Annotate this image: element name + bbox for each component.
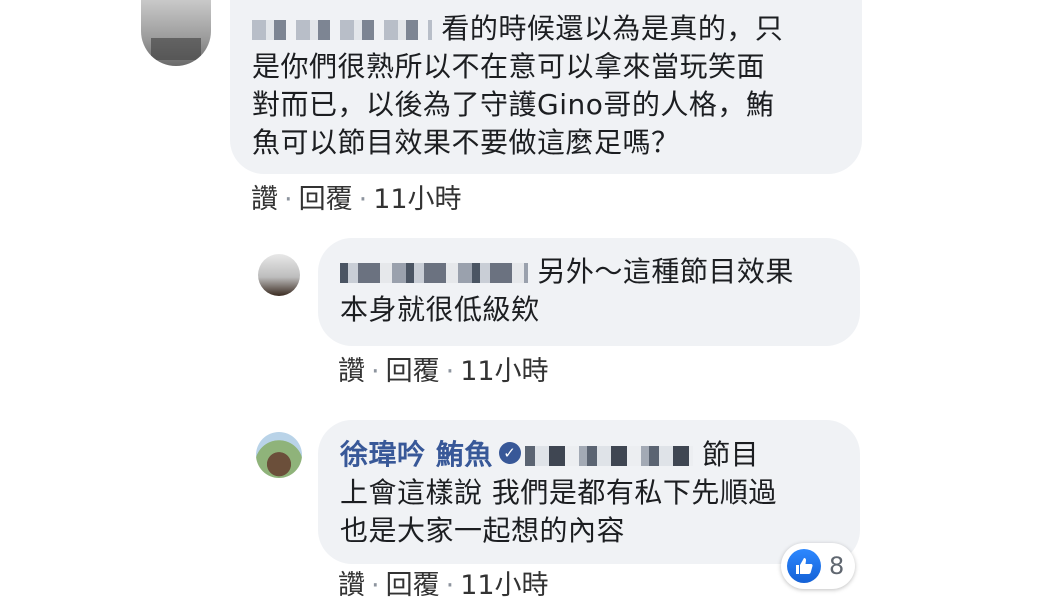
comment-bubble: 看的時候還以為是真的，只 是你們很熟所以不在意可以拿來當玩笑面 對而已，以後為了… — [230, 0, 862, 174]
comment-text-line: 是你們很熟所以不在意可以拿來當玩笑面 — [252, 50, 766, 83]
separator: · — [371, 356, 380, 387]
reply-link[interactable]: 回覆 — [386, 356, 440, 387]
comment-bubble: 徐瑋吟 鮪魚 ✓ 節目 上會這樣說 我們是都有私下先順過 也是大家一起想的內容 — [318, 420, 860, 564]
separator: · — [445, 356, 455, 387]
comment-actions: 讚 · 回覆 · 11小時 — [338, 570, 549, 602]
separator: · — [358, 184, 368, 215]
comment-author[interactable]: 徐瑋吟 鮪魚 — [340, 438, 493, 471]
comment-text-line: 魚可以節目效果不要做這麼足嗎？ — [252, 126, 680, 159]
separator: · — [371, 570, 380, 601]
timestamp[interactable]: 11小時 — [460, 356, 548, 387]
avatar[interactable] — [256, 432, 302, 478]
timestamp[interactable]: 11小時 — [373, 184, 461, 215]
separator: · — [284, 184, 293, 215]
avatar[interactable] — [141, 0, 211, 66]
blurred-author-name — [252, 20, 432, 40]
comment-text: 看的時候還以為是真的，只 — [441, 12, 784, 45]
like-link[interactable]: 讚 — [251, 184, 278, 215]
verified-badge-icon: ✓ — [498, 442, 521, 464]
comment-actions: 讚 · 回覆 · 11小時 — [338, 356, 549, 388]
blurred-author-name — [340, 263, 528, 283]
reaction-count: 8 — [829, 552, 845, 580]
separator: · — [445, 570, 455, 601]
comment-text: 節目 — [702, 438, 760, 471]
reply-link[interactable]: 回覆 — [299, 184, 353, 215]
timestamp[interactable]: 11小時 — [460, 570, 548, 601]
reply-link[interactable]: 回覆 — [386, 570, 440, 601]
blurred-tagged-name — [524, 446, 693, 466]
comment-actions: 讚 · 回覆 · 11小時 — [251, 184, 462, 216]
comment-bubble: 另外～這種節目效果 本身就很低級欸 — [318, 238, 860, 346]
comment-text-line: 也是大家一起想的內容 — [340, 514, 626, 547]
avatar[interactable] — [258, 254, 300, 296]
reaction-summary[interactable]: 8 — [781, 543, 855, 589]
comment-text-line: 對而已，以後為了守護Gino哥的人格，鮪 — [252, 88, 775, 121]
like-link[interactable]: 讚 — [338, 570, 365, 601]
comment-text: 另外～這種節目效果 — [537, 255, 794, 288]
like-icon — [787, 549, 821, 583]
like-link[interactable]: 讚 — [338, 356, 365, 387]
comment-text-line: 本身就很低級欸 — [340, 293, 540, 326]
comment-text-line: 上會這樣說 我們是都有私下先順過 — [340, 476, 777, 509]
